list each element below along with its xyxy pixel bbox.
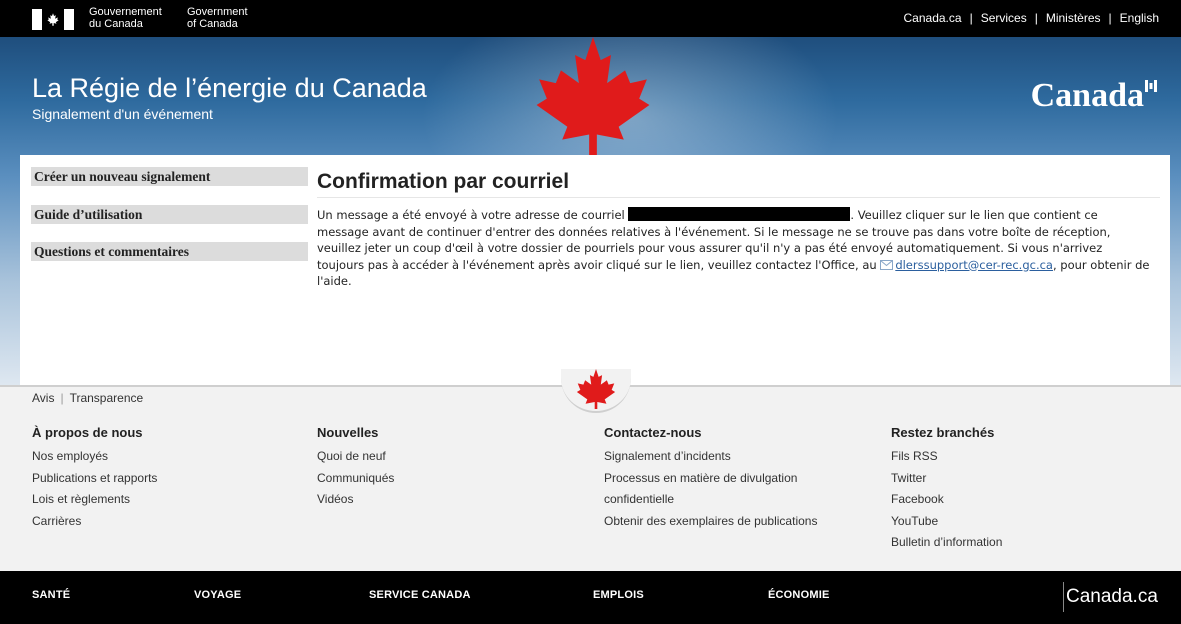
link-ministeres[interactable]: Ministères: [1046, 11, 1101, 25]
link-avis[interactable]: Avis: [32, 391, 54, 405]
canada-flag-icon: [32, 9, 74, 30]
separator: |: [1108, 11, 1112, 25]
message-text: Un message a été envoyé à votre adresse …: [317, 208, 629, 222]
footer-heading: Nouvelles: [317, 425, 379, 440]
gov-signature-fr[interactable]: Gouvernement du Canada: [89, 6, 162, 30]
footer-heading: À propos de nous: [32, 425, 143, 440]
gov-en-line2: of Canada: [187, 18, 238, 30]
footer-link[interactable]: confidentielle: [604, 489, 817, 511]
mail-icon: [880, 259, 894, 270]
link-services[interactable]: Services: [981, 11, 1027, 25]
footer-link[interactable]: Twitter: [891, 468, 1002, 490]
footer-link[interactable]: Vidéos: [317, 489, 394, 511]
theme-bottom-bar: SANTÉ VOYAGE SERVICE CANADA EMPLOIS ÉCON…: [0, 571, 1181, 624]
footer-link[interactable]: Obtenir des exemplaires de publications: [604, 511, 817, 533]
confirmation-message: Un message a été envoyé à votre adresse …: [317, 207, 1153, 290]
footer-link[interactable]: Fils RSS: [891, 446, 1002, 468]
content-panel: Créer un nouveau signalement Guide d’uti…: [20, 155, 1170, 385]
footer-col-connected: Restez branchés Fils RSS Twitter Faceboo…: [891, 425, 1002, 554]
separator: |: [969, 11, 973, 25]
page-title: Confirmation par courriel: [317, 170, 570, 193]
top-links: Canada.ca | Services | Ministères | Engl…: [904, 11, 1159, 25]
bottom-divider: [1063, 582, 1064, 612]
separator: |: [1034, 11, 1038, 25]
footer-link[interactable]: YouTube: [891, 511, 1002, 533]
site-footer: Avis | Transparence À propos de nous Nos e…: [0, 369, 1181, 571]
link-canada-ca[interactable]: Canada.ca: [904, 11, 962, 25]
sidebar-item-questions[interactable]: Questions et commentaires: [31, 242, 308, 261]
footer-heading: Restez branchés: [891, 425, 995, 440]
terms-links: Avis | Transparence: [32, 391, 143, 405]
theme-link-service-canada[interactable]: SERVICE CANADA: [369, 589, 471, 601]
footer-link[interactable]: Nos employés: [32, 446, 157, 468]
link-english[interactable]: English: [1120, 11, 1159, 25]
footer-col-about: À propos de nous Nos employés Publicatio…: [32, 425, 157, 532]
theme-link-emplois[interactable]: EMPLOIS: [593, 589, 644, 601]
footer-link[interactable]: Publications et rapports: [32, 468, 157, 490]
maple-leaf-icon: [536, 37, 650, 155]
footer-link[interactable]: Lois et règlements: [32, 489, 157, 511]
footer-col-contact: Contactez-nous Signalement d’incidents P…: [604, 425, 817, 532]
theme-link-voyage[interactable]: VOYAGE: [194, 589, 241, 601]
wordmark-text: Canada: [1030, 77, 1144, 114]
footer-link[interactable]: Processus en matière de divulgation: [604, 468, 817, 490]
footer-link[interactable]: Communiqués: [317, 468, 394, 490]
footer-link[interactable]: Quoi de neuf: [317, 446, 394, 468]
footer-col-news: Nouvelles Quoi de neuf Communiqués Vidéo…: [317, 425, 394, 511]
separator: |: [60, 391, 64, 405]
footer-link[interactable]: Signalement d’incidents: [604, 446, 817, 468]
wordmark-flag-icon: [1145, 80, 1157, 92]
footer-link[interactable]: Bulletin d’information: [891, 532, 1002, 554]
canada-wordmark: Canada: [1031, 77, 1157, 115]
footer-leaf-badge: [561, 369, 631, 413]
link-transparence[interactable]: Transparence: [70, 391, 144, 405]
maple-leaf-icon: [576, 369, 616, 409]
site-subtitle: Signalement d'un événement: [32, 106, 213, 122]
government-top-bar: Gouvernement du Canada Government of Can…: [0, 0, 1181, 37]
title-divider: [317, 197, 1160, 198]
footer-link[interactable]: Carrières: [32, 511, 157, 533]
sidebar-item-guide[interactable]: Guide d’utilisation: [31, 205, 308, 224]
gov-fr-line2: du Canada: [89, 18, 143, 30]
link-canada-ca-footer[interactable]: Canada.ca: [1066, 586, 1158, 608]
footer-link[interactable]: Facebook: [891, 489, 1002, 511]
footer-heading: Contactez-nous: [604, 425, 702, 440]
site-title[interactable]: La Régie de l’énergie du Canada: [32, 73, 427, 104]
support-email-link[interactable]: dlerssupport@cer-rec.gc.ca: [880, 258, 1053, 272]
gov-signature-en[interactable]: Government of Canada: [187, 6, 248, 30]
support-email-text: dlerssupport@cer-rec.gc.ca: [895, 257, 1053, 272]
sidebar-item-new-report[interactable]: Créer un nouveau signalement: [31, 167, 308, 186]
gov-en-line1: Government: [187, 6, 248, 18]
gov-fr-line1: Gouvernement: [89, 6, 162, 18]
theme-link-economie[interactable]: ÉCONOMIE: [768, 589, 830, 601]
redacted-email: [628, 207, 851, 221]
theme-link-sante[interactable]: SANTÉ: [32, 589, 70, 601]
